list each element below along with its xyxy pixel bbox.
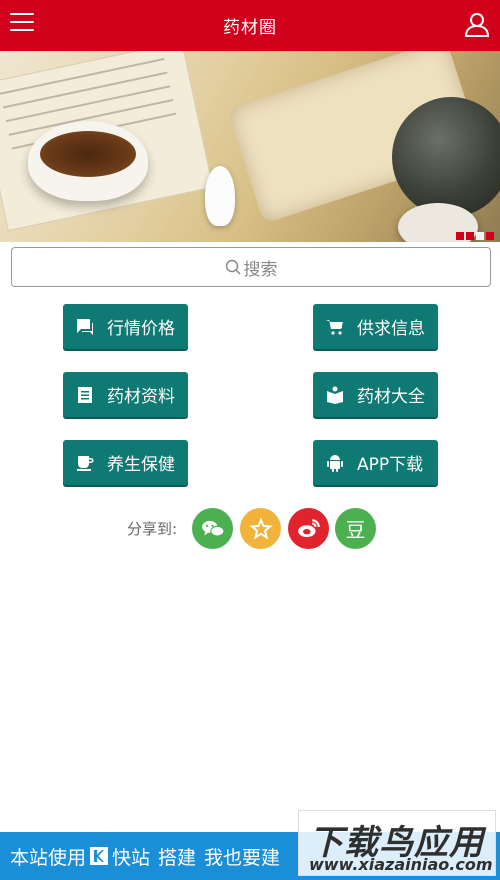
- watermark: 下载鸟应用 www.xiazainiao.com: [298, 810, 496, 876]
- market-price-button[interactable]: 行情价格: [63, 304, 188, 349]
- share-label: 分享到:: [127, 520, 178, 538]
- banner-image[interactable]: [0, 51, 500, 242]
- book-icon: [327, 386, 343, 404]
- supply-demand-button[interactable]: 供求信息: [313, 304, 438, 349]
- share-weibo-button[interactable]: [288, 508, 329, 549]
- wechat-icon: [201, 520, 224, 537]
- cart-icon: [326, 319, 343, 335]
- cup-icon: [77, 455, 94, 471]
- app-download-button[interactable]: APP下载: [313, 440, 438, 485]
- chat-icon: [77, 318, 93, 335]
- user-icon[interactable]: [464, 12, 490, 38]
- herb-info-button[interactable]: 药材资料: [63, 372, 188, 417]
- search-placeholder: 搜索: [243, 259, 278, 280]
- android-icon: [327, 454, 343, 472]
- build-my-site-link[interactable]: 我也要建: [204, 843, 280, 870]
- menu-icon[interactable]: [10, 13, 34, 35]
- weibo-icon: [297, 518, 320, 537]
- app-header: 药材圈: [0, 0, 500, 51]
- health-care-button[interactable]: 养生保健: [63, 440, 188, 485]
- douban-icon: 豆: [345, 518, 366, 542]
- share-qzone-button[interactable]: [240, 508, 281, 549]
- share-wechat-button[interactable]: [192, 508, 233, 549]
- search-icon: [225, 259, 241, 275]
- page-title: 药材圈: [223, 18, 277, 38]
- search-input[interactable]: 搜索: [11, 247, 491, 287]
- document-icon: [78, 386, 92, 403]
- herb-encyclopedia-button[interactable]: 药材大全: [313, 372, 438, 417]
- banner-pager[interactable]: [456, 232, 494, 240]
- kuaizhan-logo-icon: [90, 847, 109, 865]
- share-douban-button[interactable]: 豆: [335, 508, 376, 549]
- star-icon: [249, 516, 272, 539]
